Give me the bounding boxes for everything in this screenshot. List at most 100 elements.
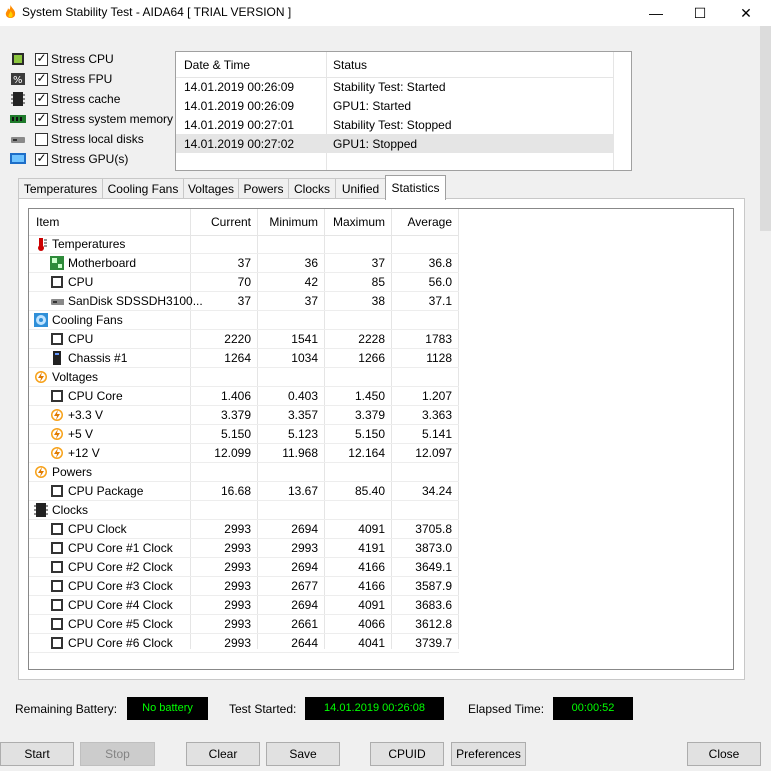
col-header-maximum[interactable]: Maximum xyxy=(325,209,392,236)
log-row[interactable]: 14.01.2019 00:26:09 Stability Test: Start… xyxy=(176,77,613,96)
log-column-divider xyxy=(613,52,614,170)
group-row[interactable]: Voltages xyxy=(29,368,733,387)
chassis-icon xyxy=(53,351,61,365)
group-row[interactable]: Powers xyxy=(29,463,733,482)
tab-cooling-fans[interactable]: Cooling Fans xyxy=(102,178,184,199)
cell-average: 37.1 xyxy=(428,294,452,308)
window-edge-scrollbar[interactable] xyxy=(760,26,771,231)
log-header-status[interactable]: Status xyxy=(333,58,367,72)
col-header-minimum[interactable]: Minimum xyxy=(258,209,325,236)
cell-maximum: 4066 xyxy=(358,617,385,631)
stress-option-label[interactable]: Stress cache xyxy=(51,92,120,106)
stress-checkbox[interactable]: ✓ xyxy=(35,91,48,106)
remaining-battery-display: No battery xyxy=(127,697,208,720)
clear-button[interactable]: Clear xyxy=(186,742,260,766)
table-row[interactable]: CPU Core #3 Clock 2993 2677 4166 3587.9 xyxy=(29,577,733,596)
disk-icon xyxy=(51,299,64,305)
cell-current: 2220 xyxy=(224,332,251,346)
stress-option-label[interactable]: Stress CPU xyxy=(51,52,114,66)
table-row[interactable]: CPU 70 42 85 56.0 xyxy=(29,273,733,292)
stop-button[interactable]: Stop xyxy=(80,742,155,766)
start-button[interactable]: Start xyxy=(0,742,74,766)
table-row[interactable]: CPU Core #5 Clock 2993 2661 4066 3612.8 xyxy=(29,615,733,634)
table-row[interactable]: CPU 2220 1541 2228 1783 xyxy=(29,330,733,349)
row-item-name: CPU Core #4 Clock xyxy=(68,598,173,612)
stress-option-label[interactable]: Stress FPU xyxy=(51,72,112,86)
cell-minimum: 2661 xyxy=(291,617,318,631)
log-header-datetime[interactable]: Date & Time xyxy=(184,58,250,72)
stress-checkbox[interactable] xyxy=(35,133,48,146)
tab-powers[interactable]: Powers xyxy=(238,178,289,199)
cell-current: 1264 xyxy=(224,351,251,365)
voltage-icon xyxy=(51,409,63,421)
elapsed-time-label: Elapsed Time: xyxy=(468,702,545,716)
table-row[interactable]: +3.3 V 3.379 3.357 3.379 3.363 xyxy=(29,406,733,425)
tab-unified[interactable]: Unified xyxy=(335,178,386,199)
log-datetime: 14.01.2019 00:26:09 xyxy=(184,80,295,94)
group-row[interactable]: Clocks xyxy=(29,501,733,520)
table-row[interactable]: CPU Core 1.406 0.403 1.450 1.207 xyxy=(29,387,733,406)
table-row[interactable]: Motherboard 37 36 37 36.8 xyxy=(29,254,733,273)
row-item-name: CPU Core #2 Clock xyxy=(68,560,173,574)
table-row[interactable]: +12 V 12.099 11.968 12.164 12.097 xyxy=(29,444,733,463)
table-row[interactable]: +5 V 5.150 5.123 5.150 5.141 xyxy=(29,425,733,444)
row-item-name: CPU xyxy=(68,332,94,346)
cell-maximum: 1.450 xyxy=(354,389,385,403)
svg-text:%: % xyxy=(13,75,23,86)
row-item-name: CPU xyxy=(68,275,94,289)
maximize-button[interactable]: ☐ xyxy=(677,0,723,26)
cell-average: 1.207 xyxy=(421,389,452,403)
group-row[interactable]: Cooling Fans xyxy=(29,311,733,330)
tab-clocks[interactable]: Clocks xyxy=(288,178,336,199)
cell-average: 3873.0 xyxy=(415,541,452,555)
table-row[interactable]: CPU Core #6 Clock 2993 2644 4041 3739.7 xyxy=(29,634,733,653)
cpuid-button[interactable]: CPUID xyxy=(370,742,444,766)
close-button[interactable]: Close xyxy=(687,742,761,766)
tab-voltages[interactable]: Voltages xyxy=(183,178,239,199)
checkmark-icon: ✓ xyxy=(36,71,47,85)
log-row[interactable]: 14.01.2019 00:27:02 GPU1: Stopped xyxy=(176,134,613,153)
table-row[interactable]: CPU Clock 2993 2694 4091 3705.8 xyxy=(29,520,733,539)
stress-checkbox[interactable]: ✓ xyxy=(35,71,48,86)
col-header-item[interactable]: Item xyxy=(29,209,191,236)
stress-checkbox[interactable]: ✓ xyxy=(35,51,48,66)
cell-average: 12.097 xyxy=(415,446,452,460)
close-window-button[interactable]: ✕ xyxy=(723,0,769,26)
table-row[interactable]: Chassis #1 1264 1034 1266 1128 xyxy=(29,349,733,368)
preferences-button[interactable]: Preferences xyxy=(451,742,526,766)
voltage-icon xyxy=(35,466,47,478)
table-row[interactable]: CPU Core #4 Clock 2993 2694 4091 3683.6 xyxy=(29,596,733,615)
cell-minimum: 13.67 xyxy=(287,484,318,498)
cell-current: 2993 xyxy=(224,560,251,574)
row-item-name: SanDisk SDSSDH3100... xyxy=(68,294,203,308)
col-header-average[interactable]: Average xyxy=(392,209,459,236)
minimize-button[interactable]: — xyxy=(633,0,679,26)
group-row[interactable]: Temperatures xyxy=(29,235,733,254)
log-row[interactable]: 14.01.2019 00:27:01 Stability Test: Stopp… xyxy=(176,115,613,134)
cell-average: 56.0 xyxy=(428,275,452,289)
stress-option-label[interactable]: Stress GPU(s) xyxy=(51,152,128,166)
cell-maximum: 37 xyxy=(371,256,385,270)
checkmark-icon: ✓ xyxy=(36,91,47,105)
table-row[interactable]: CPU Package 16.68 13.67 85.40 34.24 xyxy=(29,482,733,501)
col-header-current[interactable]: Current xyxy=(191,209,258,236)
log-row[interactable]: 14.01.2019 00:26:09 GPU1: Started xyxy=(176,96,613,115)
save-button[interactable]: Save xyxy=(266,742,340,766)
test-started-display: 14.01.2019 00:26:08 xyxy=(305,697,444,720)
title-bar: System Stability Test - AIDA64 [ TRIAL V… xyxy=(0,0,771,26)
stress-option-label[interactable]: Stress local disks xyxy=(51,132,144,146)
stress-option-label[interactable]: Stress system memory xyxy=(51,112,173,126)
table-row[interactable]: CPU Core #1 Clock 2993 2993 4191 3873.0 xyxy=(29,539,733,558)
cell-maximum: 4166 xyxy=(358,579,385,593)
cell-current: 1.406 xyxy=(220,389,251,403)
row-item-name: Cooling Fans xyxy=(52,313,123,327)
motherboard-icon xyxy=(50,256,64,270)
table-row[interactable]: SanDisk SDSSDH3100... 37 37 38 37.1 xyxy=(29,292,733,311)
tab-statistics[interactable]: Statistics xyxy=(385,175,446,200)
cell-current: 70 xyxy=(237,275,251,289)
stress-checkbox[interactable]: ✓ xyxy=(35,111,48,126)
table-row[interactable]: CPU Core #2 Clock 2993 2694 4166 3649.1 xyxy=(29,558,733,577)
tab-temperatures[interactable]: Temperatures xyxy=(18,178,103,199)
stress-checkbox[interactable]: ✓ xyxy=(35,151,48,166)
cell-average: 3683.6 xyxy=(415,598,452,612)
